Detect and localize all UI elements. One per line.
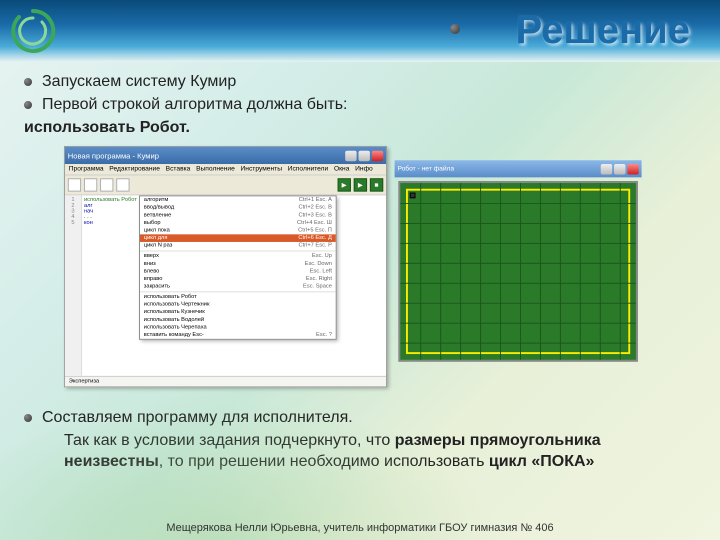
robot-window: Робот - нет файла <box>395 161 642 375</box>
window-controls <box>601 164 639 174</box>
menu-item[interactable]: Программа <box>69 166 104 173</box>
bullet-item: Запускаем систему Кумир <box>24 72 696 93</box>
followup-text: использовать Робот. <box>24 118 696 139</box>
menubar: Программа Редактирование Вставка Выполне… <box>65 164 386 175</box>
menu-item[interactable]: Вставка <box>166 166 191 173</box>
window-controls <box>345 151 383 161</box>
bullet-icon <box>24 414 32 422</box>
dropdown-item[interactable]: цикл N разCtrl+7 Esc. Р <box>140 242 336 250</box>
followup-paragraph: Так как в условии задания подчеркнуто, ч… <box>24 431 696 473</box>
insert-dropdown: алгоритмCtrl+1 Esc. Aввод/выводCtrl+2 Es… <box>139 196 337 340</box>
text-fragment: , то при решении необходимо использовать <box>159 453 489 470</box>
screenshot-area: Новая программа - Кумир Программа Редакт… <box>64 146 664 387</box>
kumir-app-window: Новая программа - Кумир Программа Редакт… <box>64 146 387 387</box>
close-icon[interactable] <box>372 151 383 161</box>
menu-item[interactable]: Инфо <box>355 166 373 173</box>
toolbar-button[interactable] <box>84 179 97 192</box>
line-gutter: 1 2 3 4 5 <box>65 196 82 377</box>
menu-item[interactable]: Выполнение <box>196 166 235 173</box>
slide-title: Решение <box>515 8 690 53</box>
bullet-item: Первой строкой алгоритма должна быть: <box>24 95 696 116</box>
step-button[interactable]: ▶ <box>354 179 367 192</box>
robot-field <box>398 182 637 363</box>
logo-swirl-icon <box>8 6 58 56</box>
dropdown-item[interactable]: закраситьEsc. Space <box>140 283 336 291</box>
editor-area: 1 2 3 4 5 использовать Робот алг нач . .… <box>65 196 386 377</box>
log-panel: Экспертиза <box>65 376 386 386</box>
text-fragment-bold: цикл «ПОКА» <box>489 453 595 470</box>
menu-item[interactable]: Редактирование <box>109 166 160 173</box>
menu-item[interactable]: Окна <box>334 166 349 173</box>
run-button[interactable]: ▶ <box>338 179 351 192</box>
app-title: Новая программа - Кумир <box>68 152 159 161</box>
robot-marker-icon <box>410 193 416 199</box>
menu-item[interactable]: Исполнители <box>288 166 329 173</box>
bullet-icon <box>24 78 32 86</box>
robot-titlebar: Робот - нет файла <box>395 161 642 178</box>
bullet-text: Составляем программу для исполнителя. <box>42 408 353 429</box>
line-number: 5 <box>65 220 81 226</box>
menu-item[interactable]: Инструменты <box>241 166 282 173</box>
toolbar: ▶ ▶ ■ <box>65 176 386 196</box>
minimize-icon[interactable] <box>601 164 612 174</box>
code-panel[interactable]: использовать Робот алг нач . . . кон алг… <box>82 196 386 377</box>
slide-header: Решение <box>0 0 720 62</box>
toolbar-button[interactable] <box>116 179 129 192</box>
toolbar-button[interactable] <box>100 179 113 192</box>
close-icon[interactable] <box>627 164 638 174</box>
slide-content: Запускаем систему Кумир Первой строкой а… <box>0 62 720 473</box>
minimize-icon[interactable] <box>345 151 356 161</box>
title-bullet-icon <box>450 24 460 34</box>
robot-title: Робот - нет файла <box>397 166 454 173</box>
bullet-text: Запускаем систему Кумир <box>42 72 236 93</box>
stop-button[interactable]: ■ <box>370 179 383 192</box>
maximize-icon[interactable] <box>614 164 625 174</box>
bullet-item: Составляем программу для исполнителя. <box>24 408 696 429</box>
toolbar-button[interactable] <box>68 179 81 192</box>
bullet-text: Первой строкой алгоритма должна быть: <box>42 95 347 116</box>
bullet-icon <box>24 101 32 109</box>
app-titlebar: Новая программа - Кумир <box>65 147 386 164</box>
dropdown-item[interactable]: вставить команду Esc-Esc. ? <box>140 332 336 340</box>
maximize-icon[interactable] <box>359 151 370 161</box>
text-fragment: Так как в условии задания подчеркнуто, ч… <box>64 432 395 449</box>
slide-footer: Мещерякова Нелли Юрьевна, учитель информ… <box>0 522 720 534</box>
